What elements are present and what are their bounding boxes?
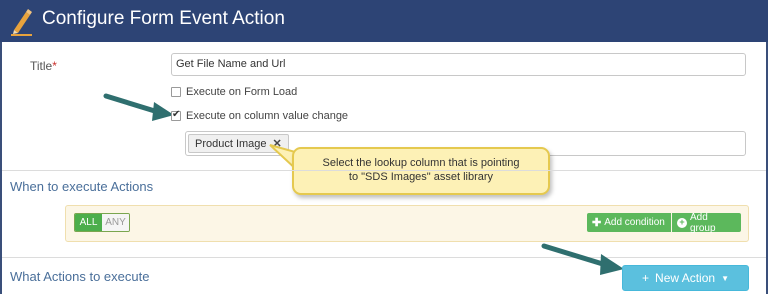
toggle-any[interactable]: ANY: [102, 214, 129, 231]
plus-icon: +: [642, 271, 650, 285]
what-section-title: What Actions to execute: [10, 269, 150, 284]
new-action-label: New Action: [655, 271, 716, 285]
new-action-button[interactable]: + New Action ▼: [622, 265, 749, 291]
column-change-label: Execute on column value change: [186, 110, 349, 122]
callout-line-2: to "SDS Images" asset library: [348, 171, 494, 183]
dialog-header: Configure Form Event Action: [0, 0, 768, 42]
plus-icon: ✚: [592, 217, 602, 229]
add-group-button[interactable]: + Add group: [672, 211, 741, 234]
title-input[interactable]: Get File Name and Url: [171, 53, 746, 76]
add-condition-label: Add condition: [604, 217, 665, 228]
caret-down-icon: ▼: [721, 273, 729, 283]
annotation-arrow: [103, 93, 174, 121]
add-condition-button[interactable]: ✚ Add condition: [587, 213, 671, 232]
conditions-panel: ALL ANY ✚ Add condition + Add group: [65, 205, 749, 242]
section-divider: [2, 257, 766, 258]
when-section-title: When to execute Actions: [10, 179, 154, 194]
add-group-label: Add group: [689, 211, 716, 234]
required-mark: *: [52, 59, 57, 73]
form-load-label: Execute on Form Load: [186, 86, 298, 98]
callout-tooltip: Select the lookup column that is pointin…: [292, 147, 550, 195]
plus-circle-icon: +: [677, 217, 687, 228]
pencil-icon: [11, 9, 32, 36]
toggle-all[interactable]: ALL: [75, 214, 102, 231]
page-title: Configure Form Event Action: [42, 8, 285, 29]
all-any-toggle[interactable]: ALL ANY: [74, 213, 130, 232]
title-label-text: Title: [30, 59, 53, 73]
callout-line-1: Select the lookup column that is pointin…: [322, 157, 520, 169]
title-input-value: Get File Name and Url: [176, 58, 286, 70]
title-label: Title*: [30, 59, 57, 73]
form-load-checkbox[interactable]: [171, 87, 181, 97]
selected-column-label: Product Image: [195, 137, 267, 150]
section-divider: [2, 170, 766, 171]
column-change-checkbox[interactable]: [171, 109, 181, 121]
annotation-arrow: [541, 243, 624, 275]
